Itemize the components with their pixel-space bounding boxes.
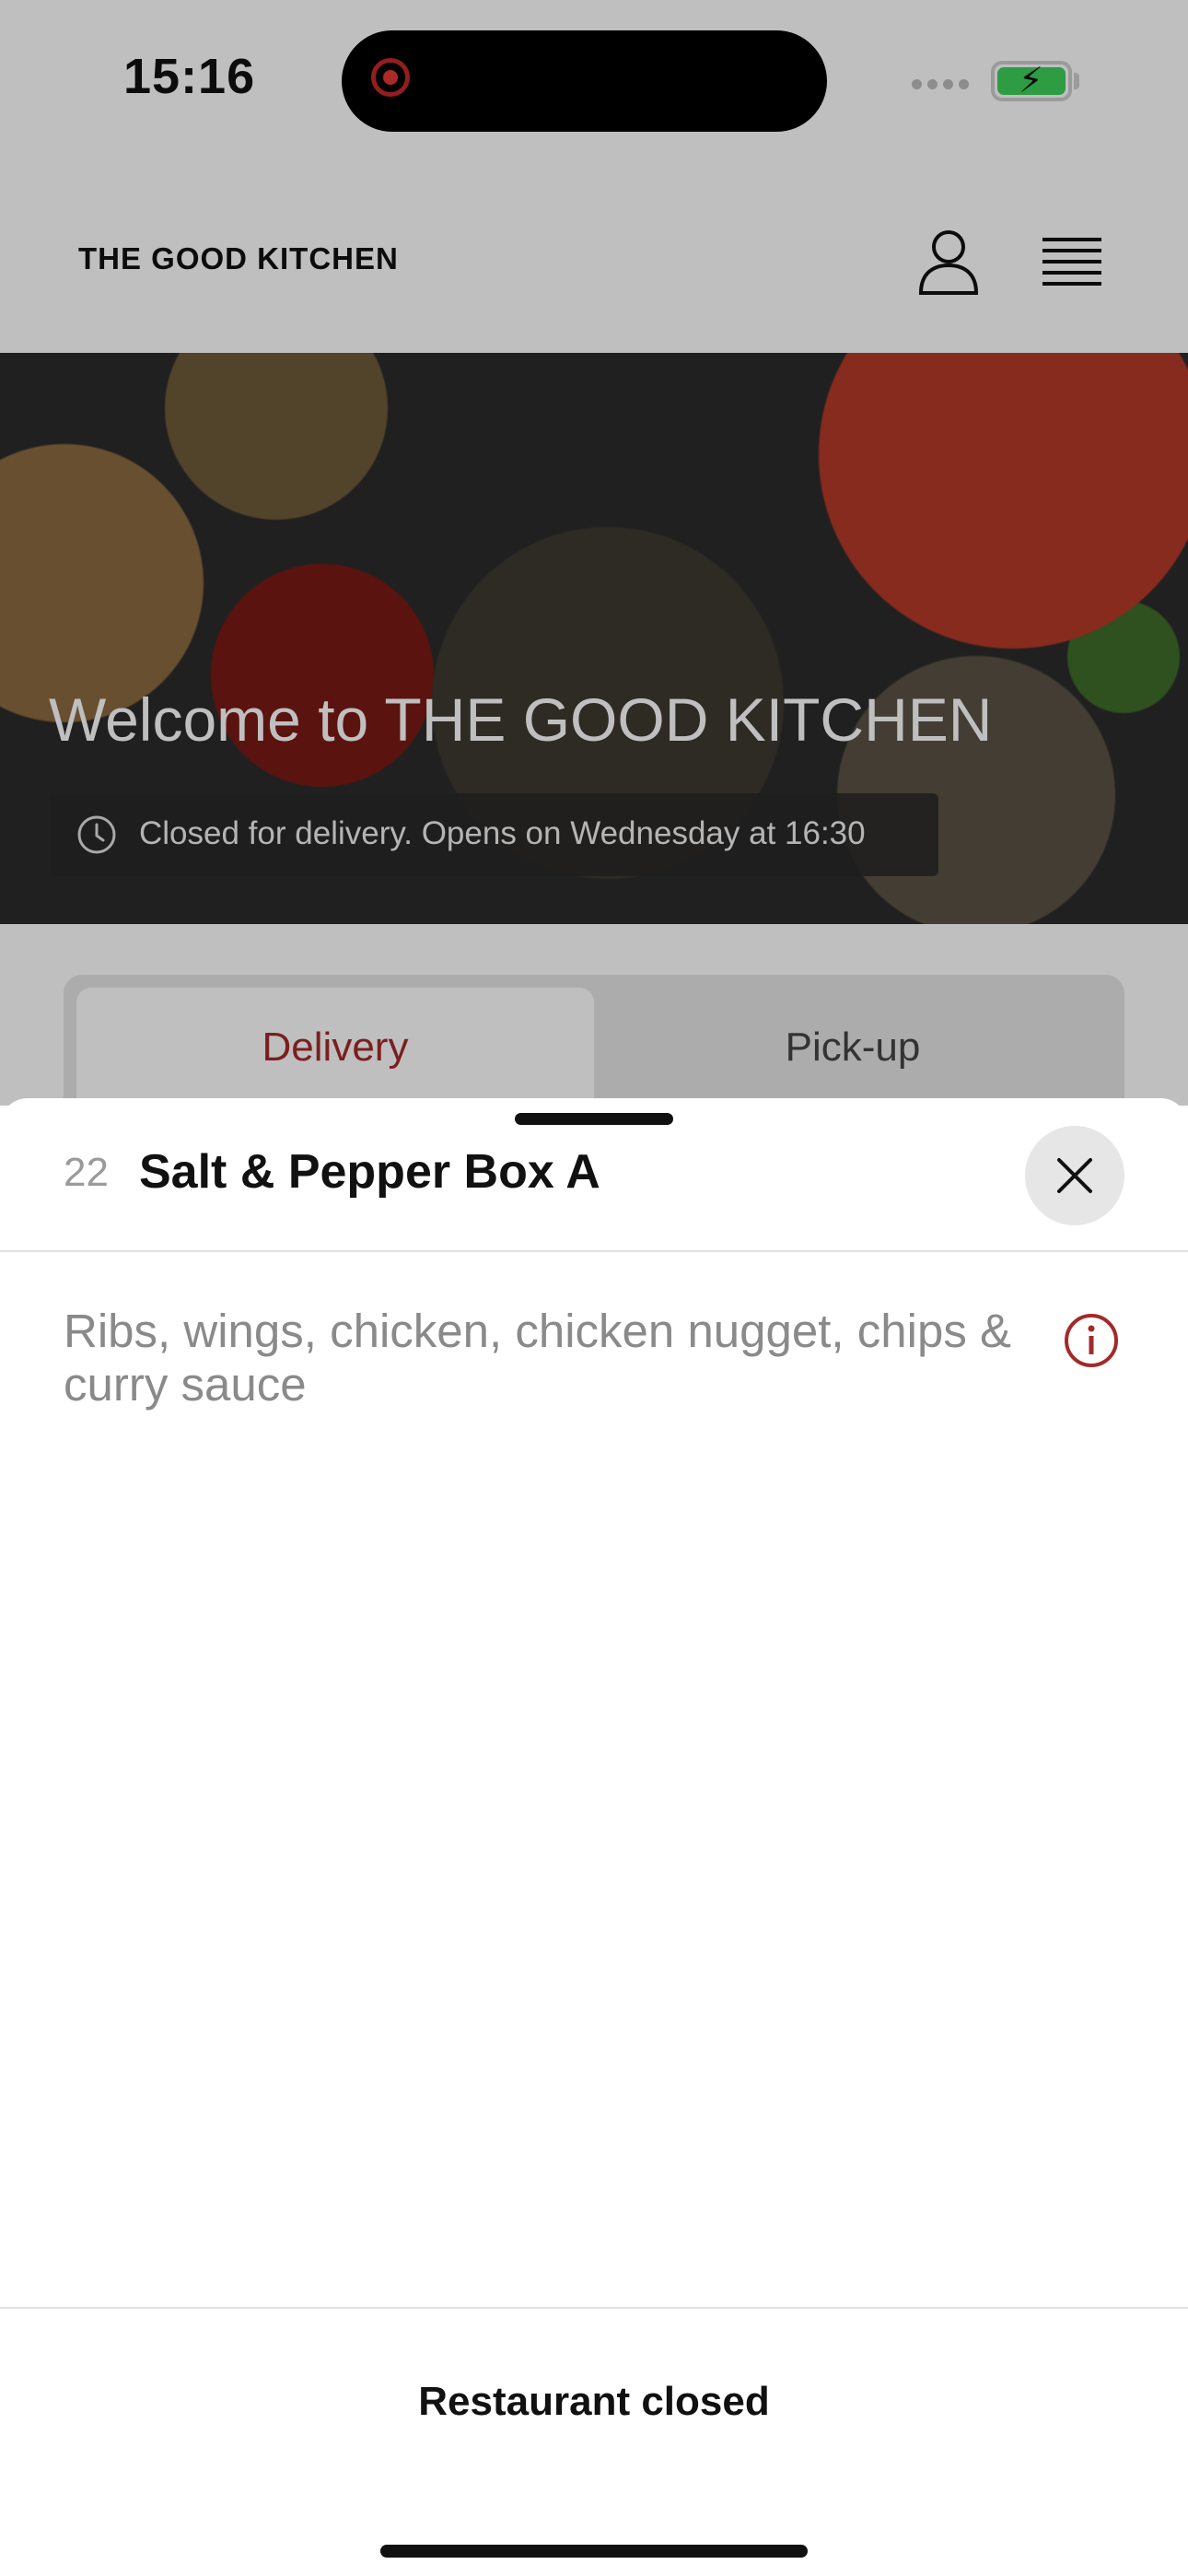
sheet-grabber[interactable] bbox=[515, 1113, 673, 1125]
close-button[interactable] bbox=[1025, 1126, 1124, 1225]
close-icon bbox=[1057, 1158, 1092, 1193]
info-icon[interactable] bbox=[1063, 1312, 1120, 1369]
item-title: Salt & Pepper Box A bbox=[139, 1145, 600, 1199]
divider bbox=[0, 1250, 1188, 1252]
item-description: Ribs, wings, chicken, chicken nugget, ch… bbox=[64, 1305, 1012, 1411]
item-detail-sheet: 22 Salt & Pepper Box A Ribs, wings, chic… bbox=[0, 1098, 1188, 2576]
home-indicator[interactable] bbox=[380, 2545, 808, 2558]
divider bbox=[0, 2307, 1188, 2309]
modal-overlay[interactable] bbox=[0, 0, 1188, 1106]
item-number: 22 bbox=[64, 1150, 109, 1195]
restaurant-closed-label: Restaurant closed bbox=[418, 2379, 770, 2424]
